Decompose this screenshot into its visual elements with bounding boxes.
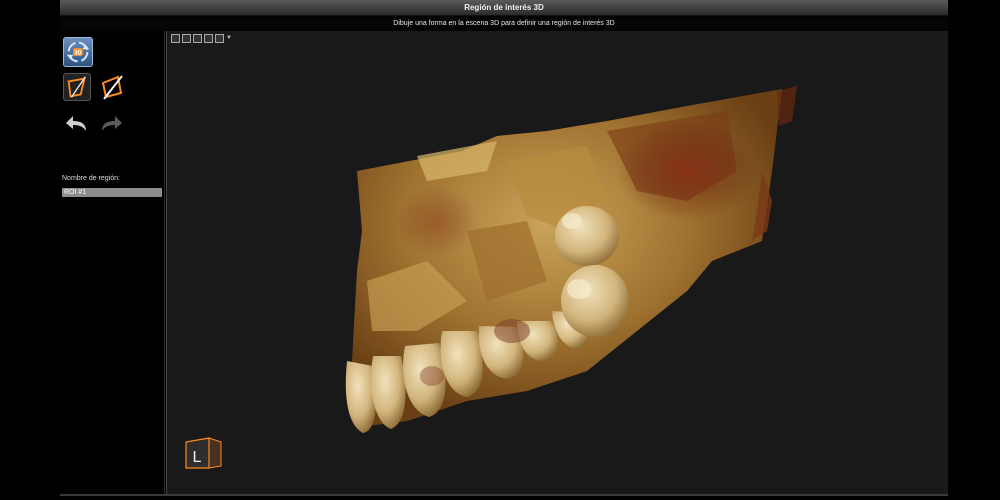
region-name-label: Nombre de región: xyxy=(62,175,120,182)
roi-3d-window: Región de interés 3D Dibuje una forma en… xyxy=(60,0,948,500)
polygon-erase-icon xyxy=(101,75,123,100)
undo-arrow-icon xyxy=(66,116,86,131)
viewport-toolbar: ▼ xyxy=(171,34,234,44)
chevron-down-icon[interactable]: ▼ xyxy=(226,34,234,43)
polygon-draw-icon xyxy=(67,76,86,100)
view-3d-button[interactable]: 3D xyxy=(63,37,93,67)
layout-single-icon[interactable] xyxy=(171,34,180,43)
3d-viewport[interactable]: ▼ L xyxy=(166,31,948,494)
undo-button[interactable] xyxy=(64,113,90,135)
molar-upper xyxy=(555,206,619,266)
redo-arrow-icon xyxy=(102,116,122,131)
layout-quad-icon[interactable] xyxy=(204,34,213,43)
region-name-input[interactable] xyxy=(62,188,162,197)
window-title: Región de interés 3D xyxy=(60,0,948,16)
layout-copy-icon[interactable] xyxy=(182,34,191,43)
orientation-label: L xyxy=(193,449,202,466)
dental-volume-render xyxy=(345,86,797,433)
view-3d-label: 3D xyxy=(74,50,81,56)
rotate-3d-icon: 3D xyxy=(66,41,90,63)
instruction-text: Dibuje una forma en la escena 3D para de… xyxy=(60,17,948,31)
redo-button[interactable] xyxy=(98,113,124,135)
window-bottom-border xyxy=(60,494,948,496)
erase-polygon-button[interactable] xyxy=(98,73,126,101)
layout-options-icon[interactable] xyxy=(215,34,224,43)
tool-panel: 3D Nombre de región: ROI #1 xyxy=(60,31,165,496)
layout-split-icon[interactable] xyxy=(193,34,202,43)
draw-polygon-button[interactable] xyxy=(63,73,91,101)
orientation-cube-icon[interactable]: L xyxy=(183,434,223,470)
molar-lower xyxy=(561,265,629,337)
